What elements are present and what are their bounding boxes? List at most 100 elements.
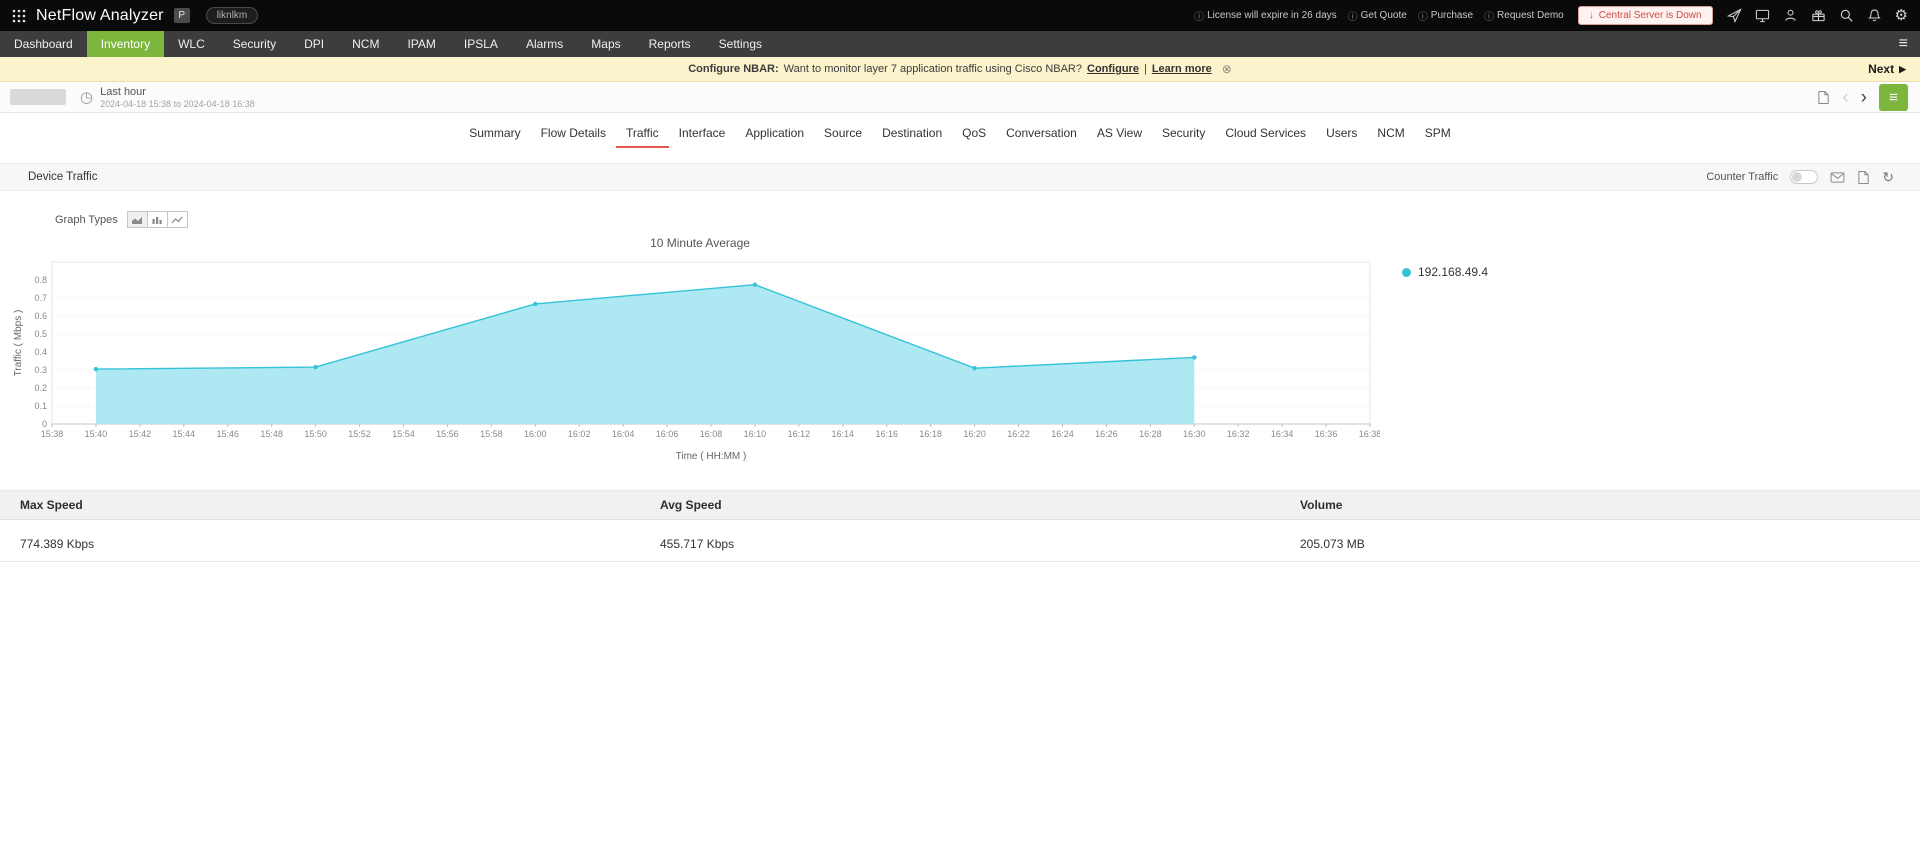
- svg-text:16:22: 16:22: [1007, 429, 1030, 439]
- nav-item[interactable]: IPAM: [393, 31, 449, 57]
- tab[interactable]: Flow Details: [531, 122, 616, 148]
- nav-menu-icon[interactable]: ≡: [1899, 35, 1908, 53]
- nav-item-label: WLC: [178, 37, 205, 51]
- svg-text:0: 0: [42, 419, 47, 429]
- svg-text:15:44: 15:44: [173, 429, 196, 439]
- svg-text:16:10: 16:10: [744, 429, 767, 439]
- nav-item[interactable]: Reports: [635, 31, 705, 57]
- status-link[interactable]: ⓘ Request Demo: [1484, 8, 1564, 23]
- traffic-area-chart: 0 0.1 0.2 0.3 0.4 0.5 0.6 0.7 0.8 15:38 15:40 15:42…: [13, 261, 1380, 462]
- table-row: 774.389 Kbps 455.717 Kbps 205.073 MB: [0, 519, 1920, 562]
- status-link[interactable]: ⓘ License will expire in 26 days: [1194, 8, 1337, 23]
- tab[interactable]: Summary: [459, 122, 530, 148]
- tab[interactable]: Security: [1152, 122, 1215, 148]
- next-button[interactable]: Next ▶: [1868, 57, 1906, 81]
- svg-text:15:50: 15:50: [304, 429, 327, 439]
- graph-types-label: Graph Types: [55, 213, 118, 226]
- email-icon[interactable]: [1830, 171, 1845, 183]
- counter-traffic-toggle[interactable]: [1790, 170, 1819, 184]
- svg-text:16:12: 16:12: [788, 429, 811, 439]
- device-menu-button[interactable]: ≡: [1879, 83, 1908, 111]
- next-device-icon[interactable]: ›: [1861, 88, 1867, 107]
- settings-gear-icon[interactable]: ⚙: [1895, 8, 1908, 23]
- nav-item[interactable]: Maps: [577, 31, 634, 57]
- nav-item[interactable]: IPSLA: [450, 31, 512, 57]
- section-title: Device Traffic: [28, 171, 98, 183]
- user-activity-icon[interactable]: [1783, 8, 1798, 23]
- tab[interactable]: SPM: [1415, 122, 1461, 148]
- time-range-label[interactable]: Last hour: [100, 86, 255, 98]
- tab-label: Users: [1326, 126, 1358, 140]
- user-tag[interactable]: liknlkm: [205, 7, 259, 24]
- notification-bell-icon[interactable]: [1867, 8, 1882, 23]
- export-pdf-icon[interactable]: [1817, 90, 1830, 105]
- tab-label: SPM: [1424, 126, 1451, 140]
- svg-text:15:58: 15:58: [480, 429, 503, 439]
- status-link[interactable]: ⓘ Purchase: [1418, 8, 1473, 23]
- refresh-icon[interactable]: ↻: [1882, 170, 1894, 184]
- toolbar-actions: ‹ › ≡: [1817, 83, 1910, 111]
- tab[interactable]: AS View: [1087, 122, 1152, 148]
- nav-item-label: Settings: [718, 37, 763, 51]
- close-icon[interactable]: ⊗: [1222, 62, 1232, 76]
- tab-label: Conversation: [1006, 126, 1077, 140]
- view-tabs: Summary Flow Details Traffic Interface A…: [0, 113, 1920, 148]
- tab[interactable]: Application: [735, 122, 814, 148]
- nav-item[interactable]: Inventory: [86, 31, 165, 57]
- svg-text:Traffic ( Mbps ): Traffic ( Mbps ): [13, 310, 24, 377]
- clock-icon: ◷: [80, 88, 94, 106]
- line-chart-button[interactable]: [166, 211, 188, 228]
- tab[interactable]: Destination: [872, 122, 952, 148]
- gift-icon[interactable]: [1811, 8, 1826, 23]
- search-icon[interactable]: [1839, 8, 1854, 23]
- status-link-label: License will expire in 26 days: [1207, 10, 1337, 21]
- central-server-down-button[interactable]: ↓ Central Server is Down: [1577, 6, 1713, 25]
- nav-item[interactable]: Alarms: [512, 31, 577, 57]
- device-name-placeholder[interactable]: [10, 89, 66, 105]
- banner-message: Configure NBAR: Want to monitor layer 7 …: [688, 62, 1232, 76]
- learn-more-link[interactable]: Learn more: [1152, 63, 1212, 75]
- graph-type-buttons: [126, 211, 188, 228]
- tab[interactable]: Users: [1316, 122, 1367, 148]
- central-server-label: Central Server is Down: [1598, 10, 1702, 21]
- nav-item[interactable]: WLC: [164, 31, 219, 57]
- next-label: Next: [1868, 62, 1895, 76]
- apps-grid-icon[interactable]: [12, 9, 26, 23]
- pdf-export-icon[interactable]: [1857, 170, 1870, 185]
- configure-link[interactable]: Configure: [1087, 63, 1139, 75]
- info-icon: ⓘ: [1417, 12, 1428, 23]
- send-icon[interactable]: [1726, 8, 1742, 23]
- nav-item-label: IPAM: [407, 37, 436, 51]
- nav-item[interactable]: DPI: [290, 31, 338, 57]
- nav-items: Dashboard Inventory WLC Security DPI NCM: [0, 31, 776, 57]
- svg-text:16:08: 16:08: [700, 429, 723, 439]
- status-link[interactable]: ⓘ Get Quote: [1348, 8, 1407, 23]
- chart-legend[interactable]: 192.168.49.4: [1402, 264, 1488, 280]
- legend-dot-icon: [1402, 267, 1411, 277]
- svg-text:16:00: 16:00: [524, 429, 547, 439]
- area-chart-button[interactable]: [126, 211, 148, 228]
- tab[interactable]: Source: [814, 122, 872, 148]
- table-header: Volume: [1280, 490, 1920, 520]
- tab[interactable]: Traffic: [615, 122, 669, 148]
- nav-item[interactable]: Security: [219, 31, 290, 57]
- main-nav: Dashboard Inventory WLC Security DPI NCM: [0, 31, 1920, 57]
- time-period-selector[interactable]: ◷ Last hour 2024-04-18 15:38 to 2024-04-…: [80, 86, 255, 109]
- tab[interactable]: QoS: [952, 122, 996, 148]
- tab[interactable]: Interface: [669, 122, 736, 148]
- tab[interactable]: Conversation: [996, 122, 1087, 148]
- bar-chart-button[interactable]: [146, 211, 168, 228]
- nav-item[interactable]: Settings: [705, 31, 776, 57]
- nav-item[interactable]: NCM: [338, 31, 393, 57]
- tab-label: Cloud Services: [1225, 126, 1307, 140]
- nav-item-label: Dashboard: [14, 37, 73, 51]
- table-header: Max Speed: [0, 490, 640, 520]
- tab[interactable]: Cloud Services: [1215, 122, 1316, 148]
- tab[interactable]: NCM: [1367, 122, 1414, 148]
- prev-device-icon[interactable]: ‹: [1842, 88, 1848, 107]
- nav-item[interactable]: Dashboard: [0, 31, 87, 57]
- tab-label: Source: [824, 126, 863, 140]
- nav-item-label: Alarms: [525, 37, 564, 51]
- page: { "topbar": { "title": "NetFlow Analyzer…: [0, 0, 1920, 861]
- screen-share-icon[interactable]: [1755, 8, 1770, 23]
